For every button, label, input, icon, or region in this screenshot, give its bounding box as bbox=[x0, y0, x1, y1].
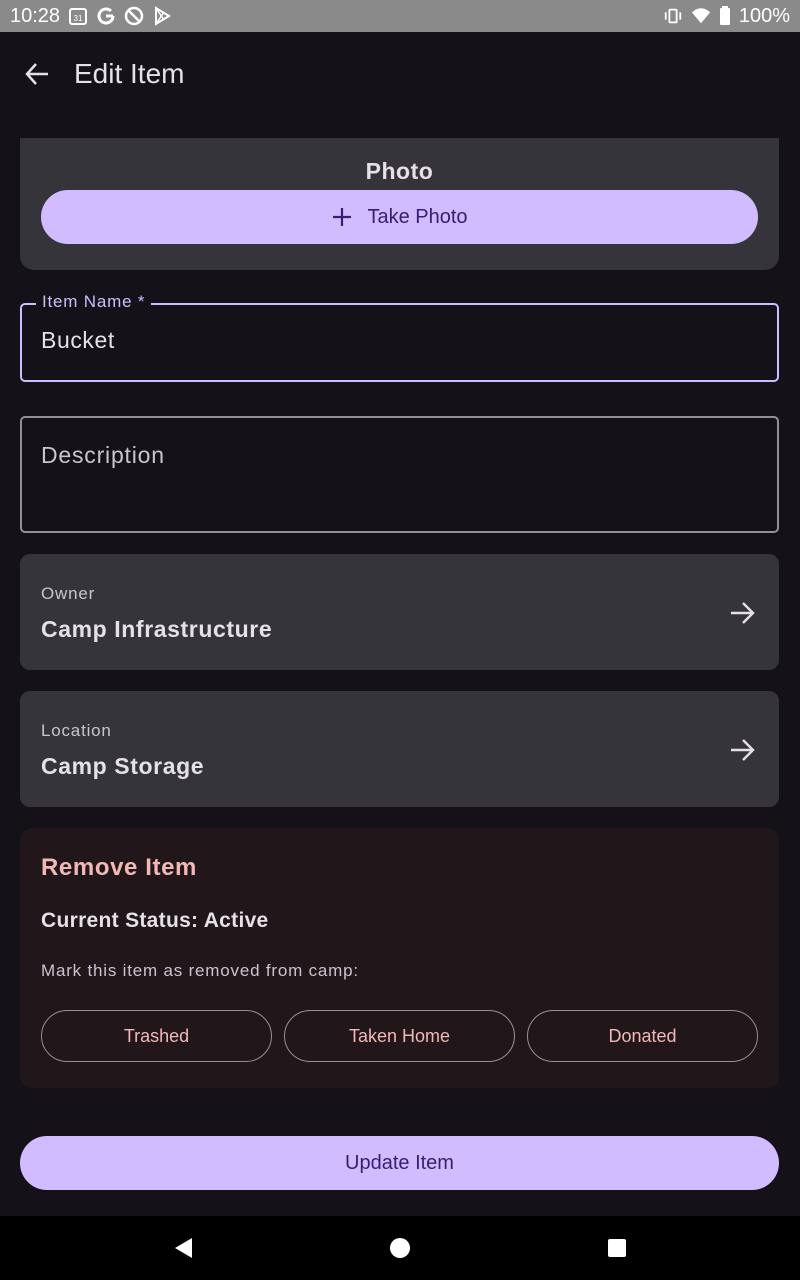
location-selector[interactable]: Location Camp Storage bbox=[20, 691, 779, 807]
nav-home-button[interactable] bbox=[388, 1236, 412, 1260]
update-item-button[interactable]: Update Item bbox=[20, 1136, 779, 1190]
take-photo-label: Take Photo bbox=[367, 205, 468, 228]
status-bar: 10:28 31 100% bbox=[0, 0, 800, 32]
play-store-icon bbox=[152, 6, 172, 26]
remove-button-group: Trashed Taken Home Donated bbox=[41, 1010, 758, 1062]
owner-label: Owner bbox=[41, 584, 96, 603]
calendar-day: 31 bbox=[74, 14, 83, 23]
page-title: Edit Item bbox=[74, 58, 185, 89]
home-circle-icon bbox=[390, 1238, 410, 1258]
owner-selector[interactable]: Owner Camp Infrastructure bbox=[20, 554, 779, 670]
status-bar-left: 10:28 31 bbox=[10, 5, 172, 28]
remove-instruction: Mark this item as removed from camp: bbox=[41, 961, 359, 980]
status-time: 10:28 bbox=[10, 4, 61, 27]
battery-icon bbox=[719, 6, 731, 26]
vibrate-icon bbox=[663, 6, 683, 26]
back-button[interactable] bbox=[13, 50, 61, 98]
location-value: Camp Storage bbox=[41, 753, 205, 779]
google-icon bbox=[96, 6, 116, 26]
form-content[interactable]: Photo Take Photo Item Name * Bucket Desc… bbox=[0, 116, 800, 1216]
item-name-value[interactable]: Bucket bbox=[41, 327, 115, 354]
system-nav-bar bbox=[0, 1216, 800, 1280]
current-status: Current Status: Active bbox=[41, 909, 269, 932]
remove-item-card: Remove Item Current Status: Active Mark … bbox=[20, 828, 779, 1088]
photo-label: Photo bbox=[365, 158, 434, 184]
top-app-bar: Edit Item bbox=[0, 32, 800, 116]
calendar-icon: 31 bbox=[68, 6, 88, 26]
item-name-field[interactable]: Item Name * Bucket bbox=[20, 292, 779, 382]
donated-button[interactable]: Donated bbox=[527, 1010, 758, 1062]
wifi-icon bbox=[691, 6, 711, 26]
back-triangle-icon bbox=[175, 1238, 192, 1258]
taken-home-button[interactable]: Taken Home bbox=[284, 1010, 515, 1062]
plus-icon bbox=[333, 208, 352, 226]
arrow-forward-icon bbox=[731, 602, 755, 624]
recents-square-icon bbox=[608, 1239, 626, 1257]
take-photo-button[interactable]: Take Photo bbox=[41, 190, 758, 244]
arrow-forward-icon bbox=[731, 739, 755, 761]
photo-card: Photo Take Photo bbox=[20, 138, 779, 270]
nav-recents-button[interactable] bbox=[605, 1236, 629, 1260]
item-name-label: Item Name * bbox=[36, 292, 152, 312]
description-field[interactable]: Description bbox=[20, 416, 779, 533]
trashed-button[interactable]: Trashed bbox=[41, 1010, 272, 1062]
nav-back-button[interactable] bbox=[171, 1236, 195, 1260]
arrow-back-icon bbox=[25, 63, 48, 85]
at-icon bbox=[124, 6, 144, 26]
status-bar-right: 100% bbox=[663, 5, 790, 28]
battery-percent: 100% bbox=[738, 4, 790, 27]
description-placeholder: Description bbox=[41, 442, 165, 468]
owner-value: Camp Infrastructure bbox=[41, 616, 273, 642]
location-label: Location bbox=[41, 721, 112, 740]
remove-item-title: Remove Item bbox=[41, 854, 197, 881]
